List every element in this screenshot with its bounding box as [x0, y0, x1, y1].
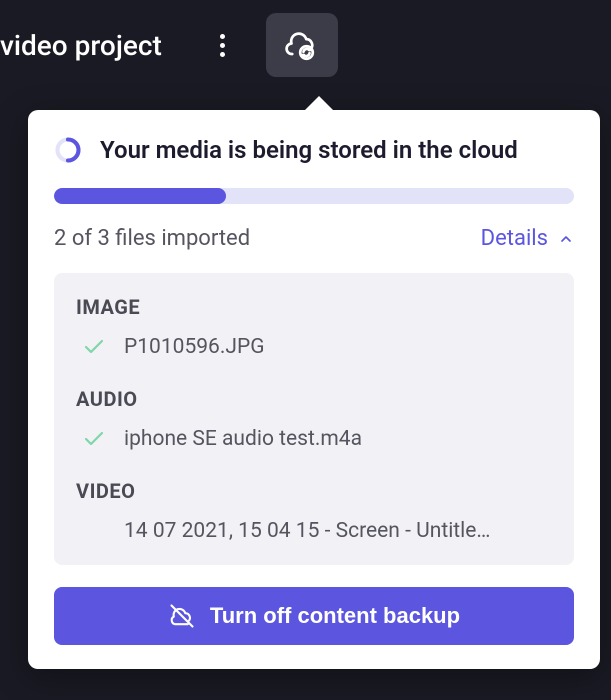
- section-label-audio: AUDIO: [76, 387, 552, 411]
- file-name: 14 07 2021, 15 04 15 - Screen - Untitle…: [124, 519, 490, 543]
- backup-button-label: Turn off content backup: [210, 603, 460, 629]
- progress-bar: [54, 188, 574, 204]
- file-name: P1010596.JPG: [124, 335, 265, 359]
- list-item: 14 07 2021, 15 04 15 - Screen - Untitle…: [76, 515, 552, 543]
- kebab-icon: [220, 34, 225, 57]
- more-options-button[interactable]: [202, 24, 244, 66]
- chevron-up-icon: [558, 231, 574, 247]
- check-icon: [82, 427, 106, 451]
- status-text: Your media is being stored in the cloud: [100, 136, 518, 164]
- check-icon: [82, 335, 106, 359]
- section-label-video: VIDEO: [76, 479, 552, 503]
- details-toggle[interactable]: Details: [481, 226, 574, 251]
- popover-arrow: [303, 96, 335, 112]
- top-bar: video project: [0, 0, 611, 90]
- project-title-wrap: video project: [0, 0, 186, 90]
- files-box: IMAGE P1010596.JPG AUDIO iphone SE audio…: [54, 273, 574, 565]
- status-row: Your media is being stored in the cloud: [54, 136, 574, 164]
- spinner-icon: [54, 136, 82, 164]
- list-item: P1010596.JPG: [76, 331, 552, 377]
- turn-off-backup-button[interactable]: Turn off content backup: [54, 587, 574, 645]
- section-label-image: IMAGE: [76, 295, 552, 319]
- cloud-off-icon: [168, 602, 196, 630]
- list-item: iphone SE audio test.m4a: [76, 423, 552, 469]
- count-text: 2 of 3 files imported: [54, 226, 250, 251]
- file-name: iphone SE audio test.m4a: [124, 427, 362, 451]
- cloud-sync-icon: [284, 27, 320, 63]
- progress-fill: [54, 188, 226, 204]
- cloud-sync-popover: Your media is being stored in the cloud …: [28, 110, 600, 669]
- details-label: Details: [481, 226, 548, 251]
- count-row: 2 of 3 files imported Details: [54, 226, 574, 251]
- cloud-sync-button[interactable]: [266, 13, 338, 77]
- project-title: video project: [0, 29, 162, 62]
